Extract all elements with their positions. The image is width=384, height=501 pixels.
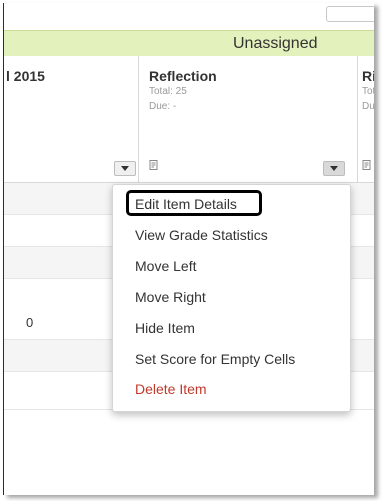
column-due: Due: - — [149, 101, 177, 112]
chevron-down-icon — [121, 166, 129, 171]
grade-cell[interactable]: 0 — [26, 315, 33, 330]
search-input[interactable] — [326, 6, 374, 22]
column-menu-button[interactable] — [114, 161, 136, 176]
menu-item-move-right[interactable]: Move Right — [135, 289, 206, 305]
column-total: Tota — [362, 86, 374, 97]
chevron-down-icon — [330, 166, 338, 171]
column-due: Due: — [362, 101, 374, 112]
gradebook-window: Unassigned l 2015 Reflection Total: 25 D… — [3, 3, 374, 495]
column-header[interactable]: Riv Tota Due: — [358, 56, 374, 183]
column-title: l 2015 — [6, 68, 45, 84]
column-menu-button[interactable] — [323, 161, 345, 176]
column-header[interactable]: l 2015 — [4, 56, 139, 183]
category-header: Unassigned — [4, 30, 374, 57]
column-title: Reflection — [149, 68, 217, 84]
column-title: Riv — [362, 68, 374, 84]
menu-item-view-grade-statistics[interactable]: View Grade Statistics — [135, 227, 268, 243]
column-total: Total: 25 — [149, 86, 187, 97]
note-icon[interactable] — [149, 160, 159, 170]
menu-item-set-score-empty-cells[interactable]: Set Score for Empty Cells — [135, 351, 295, 367]
column-header-reflection[interactable]: Reflection Total: 25 Due: - — [139, 56, 358, 183]
column-context-menu: Edit Item Details View Grade Statistics … — [112, 184, 351, 412]
menu-item-move-left[interactable]: Move Left — [135, 258, 196, 274]
menu-item-hide-item[interactable]: Hide Item — [135, 320, 195, 336]
category-label: Unassigned — [233, 35, 318, 52]
menu-item-delete-item[interactable]: Delete Item — [135, 381, 207, 397]
top-bar — [4, 3, 374, 30]
menu-item-edit-item-details[interactable]: Edit Item Details — [135, 196, 237, 212]
note-icon[interactable] — [362, 160, 372, 170]
